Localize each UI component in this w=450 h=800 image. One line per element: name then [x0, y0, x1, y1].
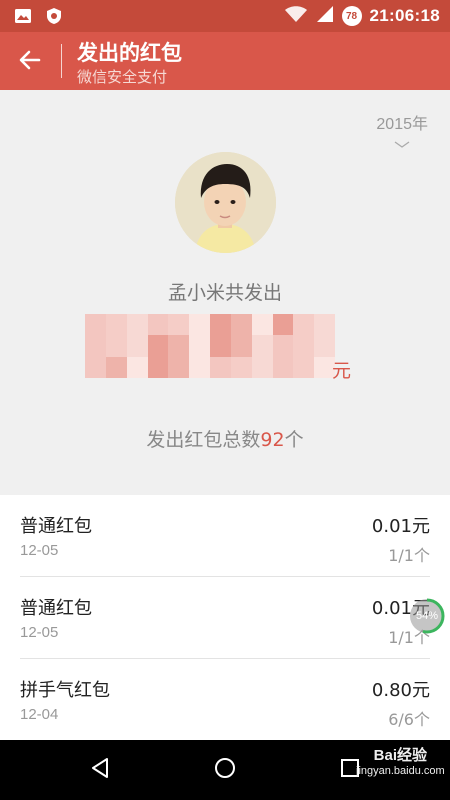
mosaic-cell	[251, 335, 273, 357]
page-title: 发出的红包	[77, 41, 182, 65]
notification-badge: 78	[341, 6, 362, 26]
back-arrow-icon	[19, 49, 41, 75]
year-selector[interactable]: 2015年	[376, 110, 428, 153]
packet-list: 普通红包 12-05 0.01元 1/1个 普通红包 12-05 0.01元 1…	[0, 495, 450, 740]
count-suffix: 个	[284, 429, 304, 451]
page-subtitle: 微信安全支付	[77, 68, 168, 86]
floating-progress-widget[interactable]: 54%	[408, 597, 446, 635]
count-prefix: 发出红包总数	[146, 429, 261, 451]
image-icon	[14, 8, 32, 28]
mosaic-cell	[126, 356, 148, 378]
packet-amount: 0.80元	[371, 680, 430, 701]
mosaic-cell	[126, 314, 148, 336]
year-label: 2015年	[376, 116, 428, 133]
mosaic-cell	[189, 314, 210, 336]
mosaic-cell	[147, 314, 169, 336]
mosaic-cell	[105, 356, 127, 378]
chevron-down-icon	[393, 134, 411, 153]
mosaic-cell	[230, 335, 252, 357]
mosaic-cell	[147, 356, 169, 378]
watermark-sub: jingyan.baidu.com	[356, 765, 445, 777]
packet-count: 发出红包总数92个	[0, 425, 450, 452]
mosaic-cell	[230, 314, 252, 336]
mosaic-cell	[126, 335, 148, 357]
header-divider	[61, 44, 62, 78]
mosaic-cell	[251, 356, 273, 378]
watermark: Bai经验 jingyan.baidu.com	[356, 744, 445, 777]
back-button[interactable]	[14, 46, 46, 78]
mosaic-cell	[105, 335, 127, 357]
mosaic-cell	[251, 314, 273, 336]
mosaic-cell	[293, 335, 315, 357]
mosaic-cell	[314, 314, 335, 336]
mosaic-cell	[168, 314, 190, 336]
count-value: 92	[260, 429, 285, 451]
mosaic-cell	[272, 356, 294, 378]
packet-type: 普通红包	[20, 516, 92, 537]
packet-count-claimed: 6/6个	[388, 710, 430, 729]
packet-amount: 0.01元	[371, 516, 430, 537]
summary-section: 2015年 孟小米共发出 元 发出红包总数92个	[0, 90, 450, 495]
triangle-back-icon	[88, 756, 112, 784]
mosaic-cell	[189, 356, 210, 378]
packet-date: 12-05	[20, 542, 59, 559]
app-header: 发出的红包 微信安全支付	[0, 32, 450, 90]
mosaic-cell	[230, 356, 252, 378]
amount-mosaic	[85, 314, 335, 378]
sender-summary: 孟小米共发出	[167, 282, 282, 304]
mosaic-cell	[105, 314, 127, 336]
progress-label: 54%	[415, 610, 439, 622]
packet-date: 12-04	[20, 706, 59, 723]
mosaic-cell	[85, 335, 106, 357]
avatar	[175, 152, 276, 253]
clock: 21:06:18	[369, 6, 440, 25]
mosaic-cell	[314, 335, 335, 357]
list-item[interactable]: 普通红包 12-05 0.01元 1/1个	[0, 495, 450, 577]
packet-type: 拼手气红包	[20, 680, 110, 701]
mosaic-cell	[189, 335, 210, 357]
shield-icon	[46, 7, 62, 29]
mosaic-cell	[85, 314, 106, 336]
mosaic-cell	[210, 314, 231, 336]
watermark-main: Bai经验	[373, 747, 427, 764]
list-item[interactable]: 普通红包 12-05 0.01元 1/1个	[0, 577, 450, 659]
mosaic-cell	[210, 356, 231, 378]
mosaic-cell	[168, 356, 190, 378]
mosaic-cell	[293, 314, 315, 336]
list-item[interactable]: 拼手气红包 12-04 0.80元 6/6个	[0, 659, 450, 741]
wifi-icon	[284, 5, 308, 27]
amount-unit: 元	[332, 360, 352, 382]
back-nav-button[interactable]	[82, 752, 118, 788]
packet-type: 普通红包	[20, 598, 92, 619]
mosaic-cell	[293, 356, 315, 378]
mosaic-cell	[272, 335, 294, 357]
packet-date: 12-05	[20, 624, 59, 641]
status-bar: 78 21:06:18	[0, 0, 450, 32]
signal-icon	[316, 5, 334, 27]
packet-count-claimed: 1/1个	[388, 546, 430, 565]
mosaic-cell	[85, 356, 106, 378]
mosaic-cell	[272, 314, 294, 336]
mosaic-cell	[168, 335, 190, 357]
home-nav-button[interactable]	[207, 752, 243, 788]
circle-home-icon	[213, 756, 237, 784]
mosaic-cell	[147, 335, 169, 357]
mosaic-cell	[210, 335, 231, 357]
